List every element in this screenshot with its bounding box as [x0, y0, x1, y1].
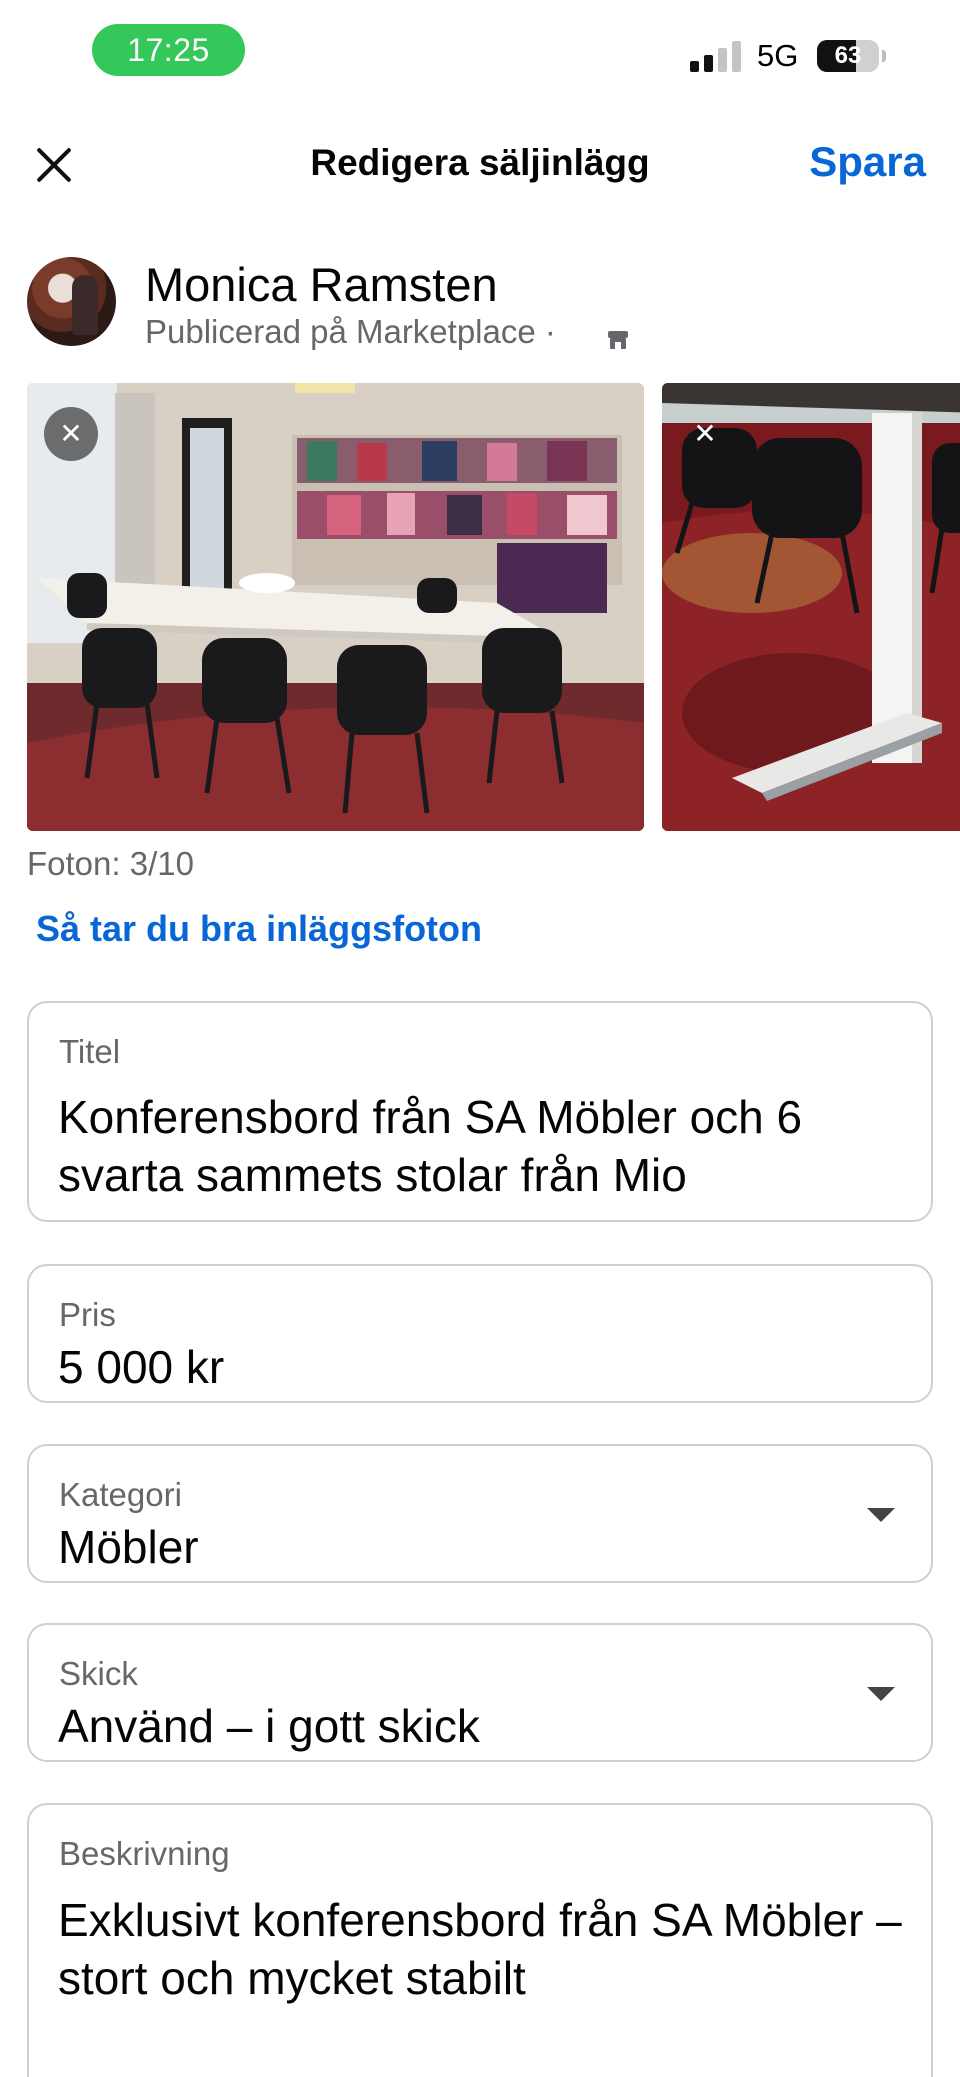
- publish-status: Publicerad på Marketplace ·: [145, 313, 556, 351]
- title-field[interactable]: Titel Konferensbord från SA Möbler och 6…: [27, 1001, 933, 1222]
- seller-name: Monica Ramsten: [145, 258, 498, 311]
- condition-value[interactable]: Använd – i gott skick: [58, 1697, 480, 1755]
- listing-photo[interactable]: ✕: [662, 383, 960, 831]
- battery-percent: 63: [834, 42, 862, 69]
- description-label: Beskrivning: [59, 1835, 230, 1872]
- category-value[interactable]: Möbler: [58, 1518, 199, 1576]
- chevron-down-icon[interactable]: [867, 1508, 895, 1522]
- shop-icon: [608, 331, 628, 349]
- remove-photo-button[interactable]: ✕: [44, 407, 98, 461]
- listing-photo[interactable]: ✕: [27, 383, 644, 831]
- description-field[interactable]: Beskrivning Exklusivt konferensbord från…: [27, 1803, 933, 2077]
- publish-status-text: Publicerad på Marketplace ·: [145, 313, 556, 350]
- description-value[interactable]: Exklusivt konferensbord från SA Möbler –…: [58, 1891, 918, 2007]
- battery-cap: [882, 50, 886, 62]
- photo-image: [27, 383, 644, 831]
- remove-photo-button[interactable]: ✕: [678, 407, 732, 461]
- price-label: Pris: [59, 1296, 116, 1333]
- condition-select[interactable]: Skick Använd – i gott skick: [27, 1623, 933, 1762]
- category-label: Kategori: [59, 1476, 182, 1513]
- status-bar: 17:25 5G 63: [0, 0, 960, 100]
- header: Redigera säljinlägg Spara: [0, 100, 960, 230]
- category-select[interactable]: Kategori Möbler: [27, 1444, 933, 1583]
- chevron-down-icon[interactable]: [867, 1687, 895, 1701]
- signal-icon: [690, 40, 742, 72]
- seller-profile: Monica Ramsten Publicerad på Marketplace…: [27, 255, 927, 355]
- photo-carousel[interactable]: ✕ ✕: [27, 383, 960, 833]
- condition-label: Skick: [59, 1655, 138, 1692]
- save-button[interactable]: Spara: [809, 138, 926, 186]
- title-value[interactable]: Konferensbord från SA Möbler och 6 svart…: [58, 1088, 898, 1204]
- battery-icon: 63: [817, 40, 879, 72]
- photo-tips-link[interactable]: Så tar du bra inläggsfoton: [36, 908, 482, 950]
- photo-count: Foton: 3/10: [27, 845, 194, 882]
- price-value[interactable]: 5 000 kr: [58, 1338, 224, 1396]
- network-type: 5G: [757, 38, 799, 73]
- status-time: 17:25: [92, 24, 245, 76]
- avatar: [27, 257, 116, 346]
- price-field[interactable]: Pris 5 000 kr: [27, 1264, 933, 1403]
- title-label: Titel: [59, 1033, 121, 1070]
